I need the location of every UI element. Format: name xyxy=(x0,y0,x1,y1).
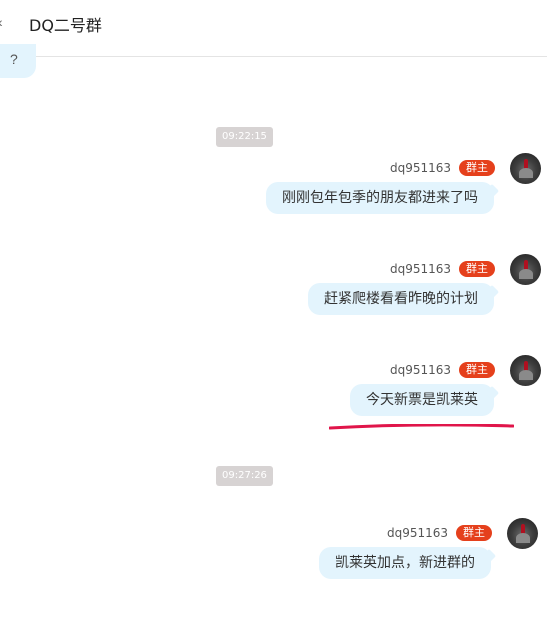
avatar[interactable] xyxy=(507,518,538,549)
owner-badge: 群主 xyxy=(459,362,495,378)
message-bubble[interactable]: 今天新票是凯莱英 xyxy=(350,384,494,416)
message-bubble[interactable]: 赶紧爬楼看看昨晚的计划 xyxy=(308,283,494,315)
message-header: dq951163 群主 xyxy=(387,524,492,542)
chat-header: ‹ DQ二号群 xyxy=(0,0,547,57)
previous-message-bubble: ? xyxy=(0,44,36,78)
message-header: dq951163 群主 xyxy=(390,260,495,278)
avatar[interactable] xyxy=(510,355,541,386)
avatar[interactable] xyxy=(510,153,541,184)
sender-name[interactable]: dq951163 xyxy=(390,363,451,377)
avatar[interactable] xyxy=(510,254,541,285)
chat-title: DQ二号群 xyxy=(29,16,102,35)
owner-badge: 群主 xyxy=(459,160,495,176)
annotation-underline xyxy=(329,424,514,430)
previous-message-text: ? xyxy=(10,51,18,67)
message-header: dq951163 群主 xyxy=(390,361,495,379)
owner-badge: 群主 xyxy=(456,525,492,541)
sender-name[interactable]: dq951163 xyxy=(390,161,451,175)
sender-name[interactable]: dq951163 xyxy=(387,526,448,540)
message-bubble[interactable]: 凯莱英加点，新进群的 xyxy=(319,547,491,579)
sender-name[interactable]: dq951163 xyxy=(390,262,451,276)
time-marker: 09:27:26 xyxy=(216,466,273,486)
time-marker: 09:22:15 xyxy=(216,127,273,147)
message-header: dq951163 群主 xyxy=(390,159,495,177)
message-bubble[interactable]: 刚刚包年包季的朋友都进来了吗 xyxy=(266,182,494,214)
owner-badge: 群主 xyxy=(459,261,495,277)
back-arrow-icon[interactable]: ‹ xyxy=(0,14,8,30)
